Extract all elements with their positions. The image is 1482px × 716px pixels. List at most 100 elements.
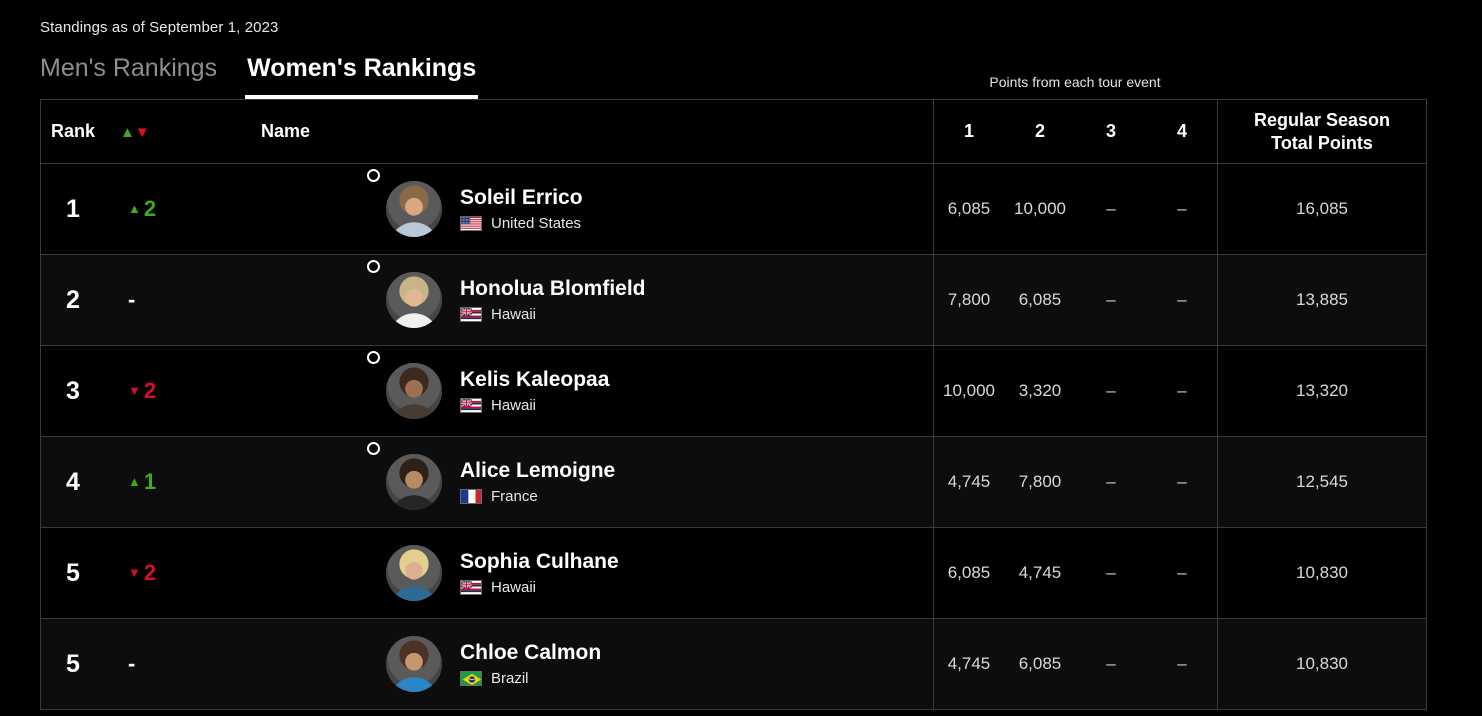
flag-icon-us xyxy=(460,215,482,231)
column-header-name[interactable]: Name xyxy=(185,99,934,164)
cell-athlete[interactable]: Kelis Kaleopaa Hawaii xyxy=(185,345,934,437)
column-header-movement[interactable]: ▲▼ xyxy=(105,99,186,164)
avatar-image xyxy=(386,181,442,237)
sort-down-icon[interactable]: ▼ xyxy=(135,124,150,141)
table-row[interactable]: 3 ▼2 Kelis Kaleopaa Hawaii 10,0003,320 xyxy=(40,345,1427,437)
cell-athlete[interactable]: Soleil Errico United States xyxy=(185,163,934,255)
cell-total-points: 12,545 xyxy=(1217,436,1427,528)
cell-rank: 3 xyxy=(40,345,106,437)
no-points-dash: – xyxy=(1177,563,1187,582)
cell-event-points-1: 10,000 xyxy=(933,345,1005,437)
avatar-image xyxy=(386,636,442,692)
no-points-dash: – xyxy=(1106,654,1116,673)
cell-event-points-2: 6,085 xyxy=(1004,254,1076,346)
no-points-dash: – xyxy=(1177,654,1187,673)
athlete-country-row: Hawaii xyxy=(460,579,619,596)
cell-rank-movement: ▲ 1 xyxy=(105,436,186,528)
column-header-rank[interactable]: Rank xyxy=(40,99,106,164)
cell-event-points-4: – xyxy=(1146,436,1218,528)
cell-total-points: 13,885 xyxy=(1217,254,1427,346)
athlete-country: Hawaii xyxy=(491,578,537,596)
cell-athlete[interactable]: Alice Lemoigne France xyxy=(185,436,934,528)
cell-rank-movement: ▲ 2 xyxy=(105,163,186,255)
athlete-country: Hawaii xyxy=(491,305,537,323)
avatar-image xyxy=(386,545,442,601)
no-points-dash: – xyxy=(1106,381,1116,400)
athlete-country-row: Hawaii xyxy=(460,306,646,323)
tab-mens-rankings[interactable]: Men's Rankings xyxy=(38,52,219,99)
cell-total-points: 10,830 xyxy=(1217,618,1427,710)
movement-value: ▼ 2 xyxy=(128,378,157,403)
cell-event-points-3: – xyxy=(1075,163,1147,255)
cell-event-points-4: – xyxy=(1146,254,1218,346)
movement-down-icon: ▼ xyxy=(128,383,141,398)
athlete-block[interactable]: Honolua Blomfield Hawaii xyxy=(186,260,933,328)
column-header-event-4[interactable]: 4 xyxy=(1146,99,1218,164)
athlete-name: Honolua Blomfield xyxy=(460,277,646,301)
avatar-wrapper xyxy=(386,545,442,601)
flag-icon-br xyxy=(460,670,482,686)
flag-icon-fr xyxy=(460,488,482,504)
column-header-event-3[interactable]: 3 xyxy=(1075,99,1147,164)
table-row[interactable]: 5 ▼2 Sophia Culhane Hawaii 6,0854,745 – xyxy=(40,527,1427,619)
avatar-wrapper xyxy=(386,636,442,692)
athlete-block[interactable]: Sophia Culhane Hawaii xyxy=(186,545,933,601)
points-group-caption: Points from each tour event xyxy=(989,74,1161,90)
cell-rank: 2 xyxy=(40,254,106,346)
cell-event-points-3: – xyxy=(1075,436,1147,528)
cell-rank-movement: - xyxy=(105,618,186,710)
cell-event-points-1: 7,800 xyxy=(933,254,1005,346)
status-ring-icon xyxy=(367,442,380,455)
hero-banner-texture xyxy=(40,0,1482,13)
avatar xyxy=(386,636,442,692)
cell-event-points-4: – xyxy=(1146,527,1218,619)
sort-up-icon[interactable]: ▲ xyxy=(120,124,135,141)
movement-none: - xyxy=(128,287,136,312)
standings-page: Standings as of September 1, 2023 Men's … xyxy=(0,0,1482,716)
table-row[interactable]: 4 ▲ 1 Alice Lemoigne France 4,745 7,800 – – 12… xyxy=(40,436,1427,528)
movement-none: - xyxy=(128,651,136,676)
avatar xyxy=(386,181,442,237)
athlete-block[interactable]: Chloe Calmon Brazil xyxy=(186,636,933,692)
hero-banner-image xyxy=(40,0,1482,13)
column-header-total-points[interactable]: Regular Season Total Points xyxy=(1217,99,1427,164)
flag-icon-hi xyxy=(460,306,482,322)
athlete-text: Chloe Calmon Brazil xyxy=(460,641,601,687)
athlete-country: Brazil xyxy=(491,669,529,687)
cell-total-points: 16,085 xyxy=(1217,163,1427,255)
athlete-name: Kelis Kaleopaa xyxy=(460,368,610,392)
column-header-event-1[interactable]: 1 xyxy=(933,99,1005,164)
cell-rank-movement: ▼ 2 xyxy=(105,345,186,437)
cell-total-points: 13,320 xyxy=(1217,345,1427,437)
tab-womens-rankings[interactable]: Women's Rankings xyxy=(245,52,479,99)
table-row[interactable]: 2- Honolua Blomfield Hawaii 7,800 6,085 … xyxy=(40,254,1427,346)
avatar-image xyxy=(386,454,442,510)
cell-athlete[interactable]: Chloe Calmon Brazil xyxy=(185,618,934,710)
cell-event-points-4: – xyxy=(1146,345,1218,437)
cell-athlete[interactable]: Sophia Culhane Hawaii xyxy=(185,527,934,619)
cell-event-points-2: 6,085 xyxy=(1004,618,1076,710)
movement-value: ▲ 1 xyxy=(128,469,157,494)
athlete-block[interactable]: Soleil Errico United States xyxy=(186,169,933,237)
avatar xyxy=(386,272,442,328)
status-ring-icon xyxy=(367,169,380,182)
no-points-dash: – xyxy=(1106,563,1116,582)
cell-event-points-1: 6,085 xyxy=(933,163,1005,255)
athlete-name: Soleil Errico xyxy=(460,186,583,210)
column-header-event-2[interactable]: 2 xyxy=(1004,99,1076,164)
athlete-name: Sophia Culhane xyxy=(460,550,619,574)
athlete-block[interactable]: Kelis Kaleopaa Hawaii xyxy=(186,351,933,419)
movement-value: ▲ 2 xyxy=(128,196,157,221)
avatar-wrapper xyxy=(367,442,442,510)
cell-event-points-3: – xyxy=(1075,618,1147,710)
cell-event-points-3: – xyxy=(1075,254,1147,346)
cell-athlete[interactable]: Honolua Blomfield Hawaii xyxy=(185,254,934,346)
table-row[interactable]: 1 ▲ 2 Soleil Errico United States 6,085 10,… xyxy=(40,163,1427,255)
athlete-block[interactable]: Alice Lemoigne France xyxy=(186,442,933,510)
cell-rank-movement: ▼ 2 xyxy=(105,527,186,619)
cell-event-points-1: 4,745 xyxy=(933,618,1005,710)
table-row[interactable]: 5- Chloe Calmon Brazil 4,745 6,085 – – 10,83… xyxy=(40,618,1427,710)
athlete-country: Hawaii xyxy=(491,396,537,414)
athlete-country-row: Hawaii xyxy=(460,397,609,414)
no-points-dash: – xyxy=(1177,381,1187,400)
